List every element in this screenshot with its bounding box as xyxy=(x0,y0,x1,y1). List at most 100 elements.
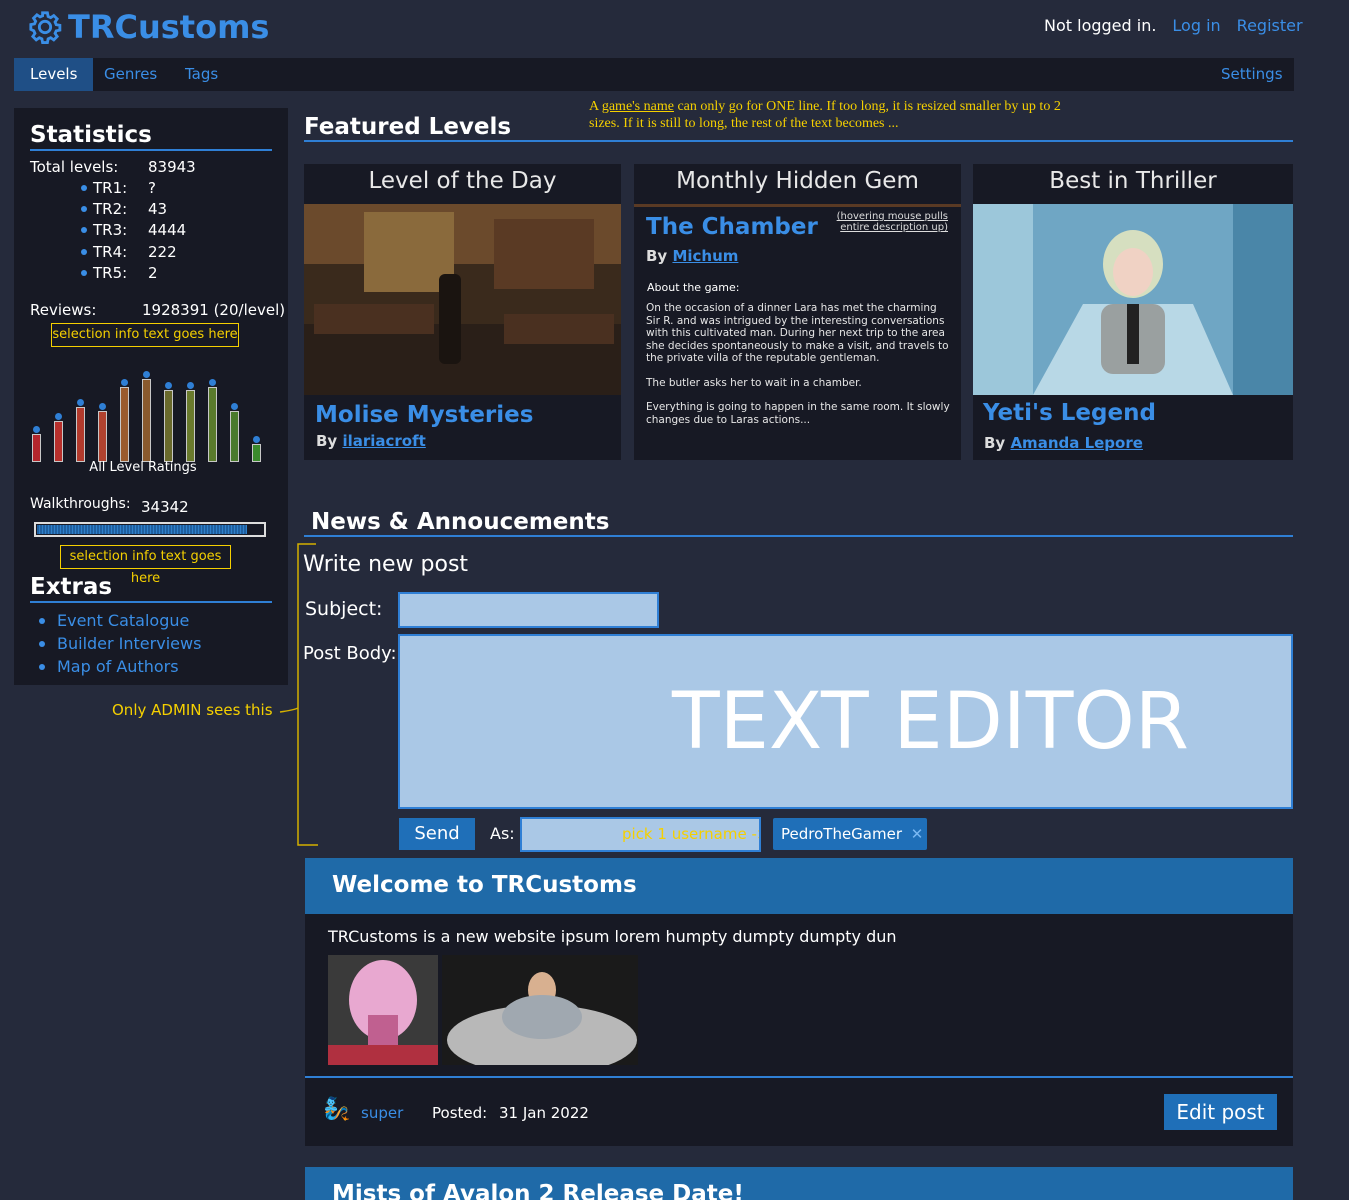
extras-link[interactable]: Event Catalogue xyxy=(39,611,190,630)
walkthroughs-progress[interactable] xyxy=(34,522,266,537)
selection-info-box: selection info text goes here xyxy=(60,545,231,586)
edit-post-button[interactable]: Edit post xyxy=(1164,1094,1277,1130)
as-label: As: xyxy=(490,824,515,843)
card-heading: Level of the Day xyxy=(368,168,557,194)
engine-row: TR4: xyxy=(81,243,128,261)
write-post-title: Write new post xyxy=(303,552,469,577)
post-title: Welcome to TRCustoms xyxy=(305,858,1293,914)
rating-bar-dot xyxy=(33,426,40,433)
rating-bar[interactable] xyxy=(186,390,195,462)
close-icon[interactable]: ✕ xyxy=(911,825,924,843)
login-link[interactable]: Log in xyxy=(1172,16,1220,35)
progress-fill xyxy=(37,525,247,534)
rating-bar-dot xyxy=(253,436,260,443)
username-chip[interactable]: PedroTheGamer ✕ xyxy=(773,818,927,850)
level-card[interactable]: Level of the Day Molise Mysteries By ila… xyxy=(304,164,621,460)
posted-label: Posted: xyxy=(432,1104,488,1122)
tab-tags[interactable]: Tags xyxy=(185,58,218,91)
rating-bar[interactable] xyxy=(54,421,63,462)
rating-bar-dot xyxy=(231,403,238,410)
post-image[interactable] xyxy=(328,955,438,1065)
level-description: On the occasion of a dinner Lara has met… xyxy=(646,302,951,438)
write-post-form: Write new post Subject: Post Body: TEXT … xyxy=(303,540,1293,852)
level-author: By ilariacroft xyxy=(316,432,426,450)
engine-value: 2 xyxy=(148,264,158,282)
engine-value: 222 xyxy=(148,243,177,261)
post-author-link[interactable]: super xyxy=(361,1104,403,1122)
author-link[interactable]: ilariacroft xyxy=(342,432,425,450)
reviews-value: 1928391 (20/level) xyxy=(142,301,286,319)
bullet-icon xyxy=(39,641,45,647)
rating-bar[interactable] xyxy=(142,379,151,462)
rating-bar-dot xyxy=(187,382,194,389)
rating-bar[interactable] xyxy=(208,387,217,462)
author-link[interactable]: Amanda Lepore xyxy=(1010,434,1142,452)
note-link: game's name xyxy=(601,99,674,114)
user-avatar-icon[interactable]: 🧞 xyxy=(323,1096,350,1122)
bullet-icon xyxy=(39,664,45,670)
level-screenshot[interactable] xyxy=(973,204,1293,395)
level-screenshot[interactable] xyxy=(304,204,621,395)
post-title: Mists of Avalon 2 Release Date! xyxy=(305,1167,1293,1200)
engine-name: TR1: xyxy=(93,179,128,197)
author-link[interactable]: Michum xyxy=(672,247,738,265)
extras-link[interactable]: Map of Authors xyxy=(39,657,179,676)
rating-bar[interactable] xyxy=(76,407,85,462)
level-card[interactable]: Monthly Hidden Gem The Chamber (hovering… xyxy=(634,164,961,460)
extras-link[interactable]: Builder Interviews xyxy=(39,634,201,653)
description-paragraph: Everything is going to happen in the sam… xyxy=(646,401,950,426)
post-divider xyxy=(305,1076,1293,1078)
card-heading: Monthly Hidden Gem xyxy=(676,168,919,194)
extras-link-label: Event Catalogue xyxy=(57,611,190,630)
engine-name: TR3: xyxy=(93,221,128,239)
news-post: Welcome to TRCustoms TRCustoms is a new … xyxy=(305,858,1293,1146)
news-post: Mists of Avalon 2 Release Date! xyxy=(305,1167,1293,1200)
bullet-icon xyxy=(39,618,45,624)
engine-value: 43 xyxy=(148,200,168,218)
tab-levels[interactable]: Levels xyxy=(14,58,94,91)
chip-label: PedroTheGamer xyxy=(781,825,902,843)
by-label: By xyxy=(646,247,668,265)
extras-heading: Extras xyxy=(30,574,272,603)
body-label: Post Body: xyxy=(303,643,397,664)
rating-bar[interactable] xyxy=(98,411,107,462)
ratings-chart[interactable] xyxy=(30,362,270,462)
level-card[interactable]: Best in Thriller Yeti's Legend By Amanda… xyxy=(973,164,1293,460)
rating-bar[interactable] xyxy=(32,434,41,462)
ratings-caption: All Level Ratings xyxy=(89,460,197,475)
total-levels-label: Total levels: xyxy=(30,158,119,176)
rating-bar[interactable] xyxy=(230,411,239,462)
card-heading: Best in Thriller xyxy=(1049,168,1217,194)
settings-link[interactable]: Settings xyxy=(1221,58,1283,91)
name-length-note: A game's name can only go for ONE line. … xyxy=(589,98,1089,132)
brand-logo[interactable]: TRCustoms xyxy=(28,8,269,46)
reviews-label: Reviews: xyxy=(30,301,97,319)
send-button[interactable]: Send xyxy=(399,818,475,850)
news-heading: News & Annoucements xyxy=(304,509,1293,537)
bullet-icon xyxy=(81,270,87,276)
username-input[interactable]: pick 1 username -> xyxy=(520,817,761,852)
engine-name: TR4: xyxy=(93,243,128,261)
text-editor[interactable]: TEXT EDITOR xyxy=(398,634,1293,809)
level-name-link[interactable]: Molise Mysteries xyxy=(315,402,533,428)
note-prefix: A xyxy=(589,99,602,114)
main-nav: Levels Genres Tags Settings xyxy=(14,58,1294,91)
by-label: By xyxy=(316,432,338,450)
level-name-link[interactable]: The Chamber xyxy=(646,214,818,240)
post-date: 31 Jan 2022 xyxy=(499,1104,589,1122)
register-link[interactable]: Register xyxy=(1237,16,1303,35)
level-name-link[interactable]: Yeti's Legend xyxy=(983,400,1156,426)
sidebar: Statistics Total levels: 83943 TR1: ? TR… xyxy=(14,108,288,685)
statistics-heading: Statistics xyxy=(30,122,272,151)
post-image[interactable] xyxy=(442,955,638,1065)
subject-input[interactable] xyxy=(398,592,659,628)
auth-status: Not logged in. xyxy=(1044,16,1157,35)
rating-bar-dot xyxy=(55,413,62,420)
rating-bar-dot xyxy=(165,382,172,389)
admin-note: Only ADMIN sees this xyxy=(112,701,273,719)
tab-genres[interactable]: Genres xyxy=(104,58,157,91)
rating-bar-dot xyxy=(143,371,150,378)
rating-bar[interactable] xyxy=(164,390,173,462)
rating-bar[interactable] xyxy=(120,387,129,462)
description-paragraph: The butler asks her to wait in a chamber… xyxy=(646,376,862,389)
